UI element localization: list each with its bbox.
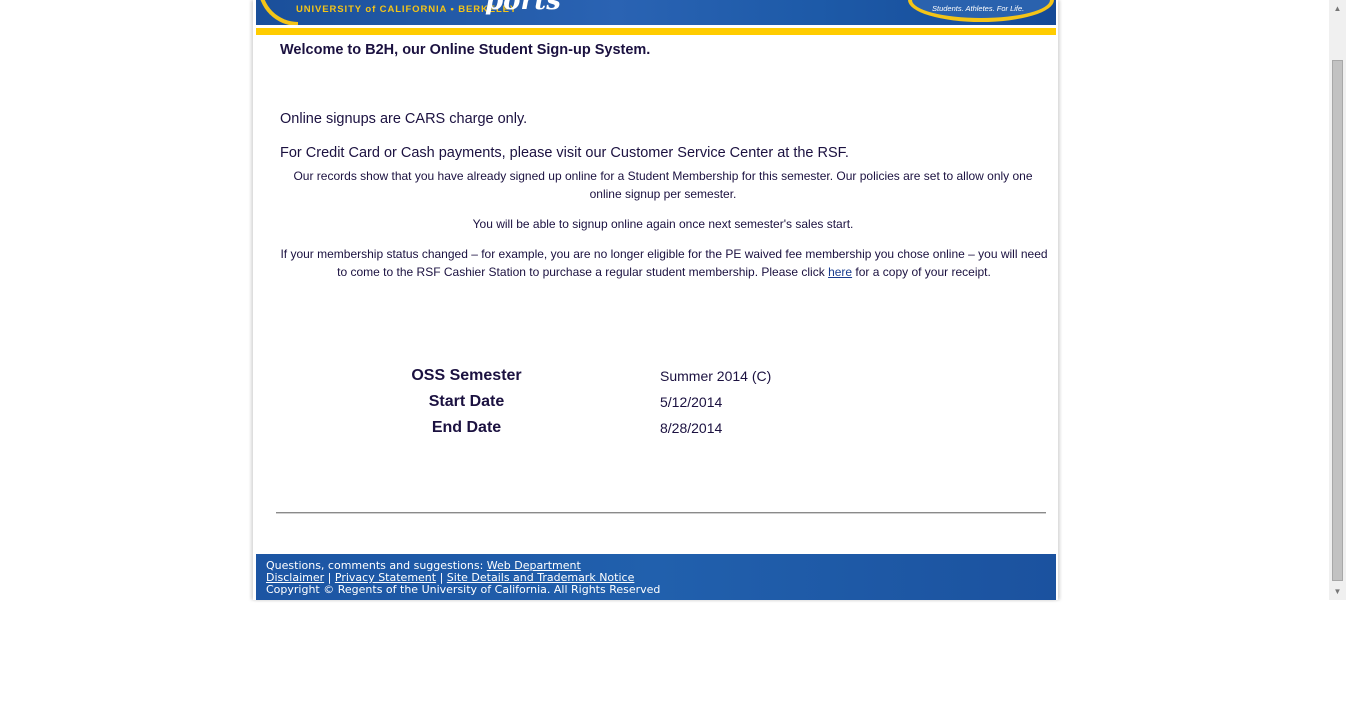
semester-row: OSS Semester Summer 2014 (C) bbox=[403, 363, 771, 389]
payment-notice: For Credit Card or Cash payments, please… bbox=[280, 145, 849, 161]
logo-tagline: Students. Athletes. For Life. bbox=[932, 4, 1025, 13]
rec-sports-logo[interactable]: Students. Athletes. For Life. bbox=[908, 0, 1054, 22]
scrollbar-thumb[interactable] bbox=[1332, 60, 1343, 581]
site-script-logo: ports bbox=[485, 0, 561, 16]
end-date-label: End Date bbox=[431, 419, 502, 436]
oss-semester-value: Summer 2014 (C) bbox=[660, 368, 772, 384]
banner-gold-arc bbox=[258, 0, 298, 25]
university-wordmark: UNIVERSITY of CALIFORNIA • BERKELEY bbox=[296, 4, 518, 15]
status-change-notice: If your membership status changed – for … bbox=[279, 245, 1049, 281]
cars-notice: Online signups are CARS charge only. bbox=[280, 111, 528, 127]
gold-divider-bar bbox=[256, 28, 1056, 35]
next-semester-notice: You will be able to signup online again … bbox=[472, 217, 854, 231]
vertical-scrollbar[interactable]: ▲ ▼ bbox=[1329, 0, 1346, 600]
footer: Questions, comments and suggestions: Web… bbox=[256, 554, 1056, 600]
header-banner: UNIVERSITY of CALIFORNIA • BERKELEY port… bbox=[256, 0, 1056, 25]
records-notice: Our records show that you have already s… bbox=[293, 169, 1033, 201]
start-date-value: 5/12/2014 bbox=[660, 394, 723, 410]
semester-info-table: OSS Semester Summer 2014 (C) Start Date … bbox=[403, 363, 771, 441]
start-date-label: Start Date bbox=[428, 393, 505, 410]
horizontal-rule bbox=[276, 512, 1046, 514]
scroll-up-arrow-icon[interactable]: ▲ bbox=[1329, 0, 1346, 17]
receipt-link[interactable]: here bbox=[828, 265, 852, 279]
end-date-value: 8/28/2014 bbox=[660, 420, 723, 436]
copyright-text: Copyright © Regents of the University of… bbox=[266, 583, 661, 596]
end-date-row: End Date 8/28/2014 bbox=[403, 415, 771, 441]
start-date-row: Start Date 5/12/2014 bbox=[403, 389, 771, 415]
page-frame: UNIVERSITY of CALIFORNIA • BERKELEY port… bbox=[253, 0, 1058, 600]
scroll-down-arrow-icon[interactable]: ▼ bbox=[1329, 583, 1346, 600]
status-notice-tail: for a copy of your receipt. bbox=[852, 265, 991, 279]
oss-semester-label: OSS Semester bbox=[411, 367, 522, 384]
page-title: Welcome to B2H, our Online Student Sign-… bbox=[280, 42, 651, 58]
